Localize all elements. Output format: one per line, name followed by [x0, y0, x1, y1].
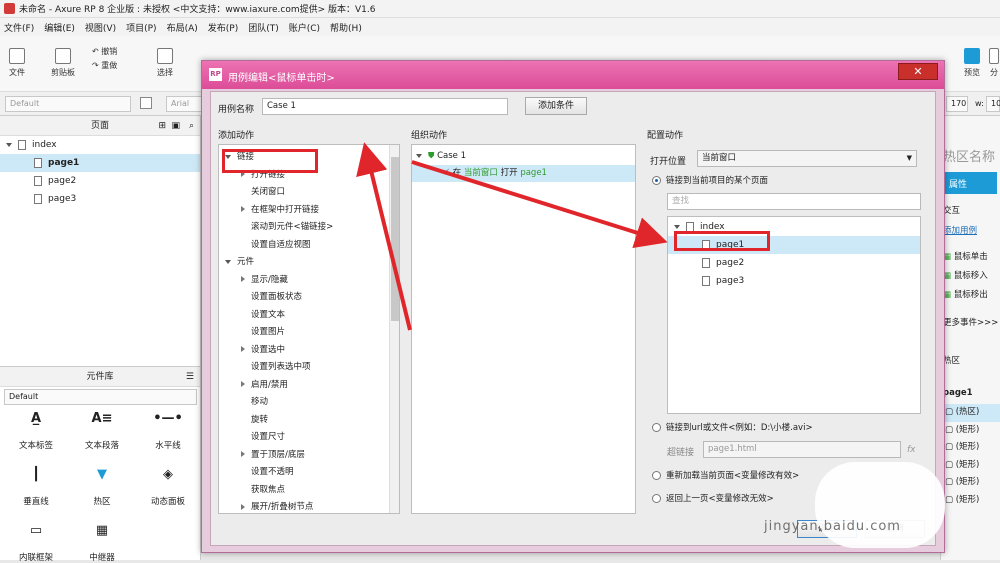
arrow-to-page1 [411, 160, 668, 249]
arrow-to-add-action [356, 142, 412, 331]
watermark-cloud [815, 462, 945, 548]
watermark-text: jingyan.baidu.com [764, 519, 901, 534]
